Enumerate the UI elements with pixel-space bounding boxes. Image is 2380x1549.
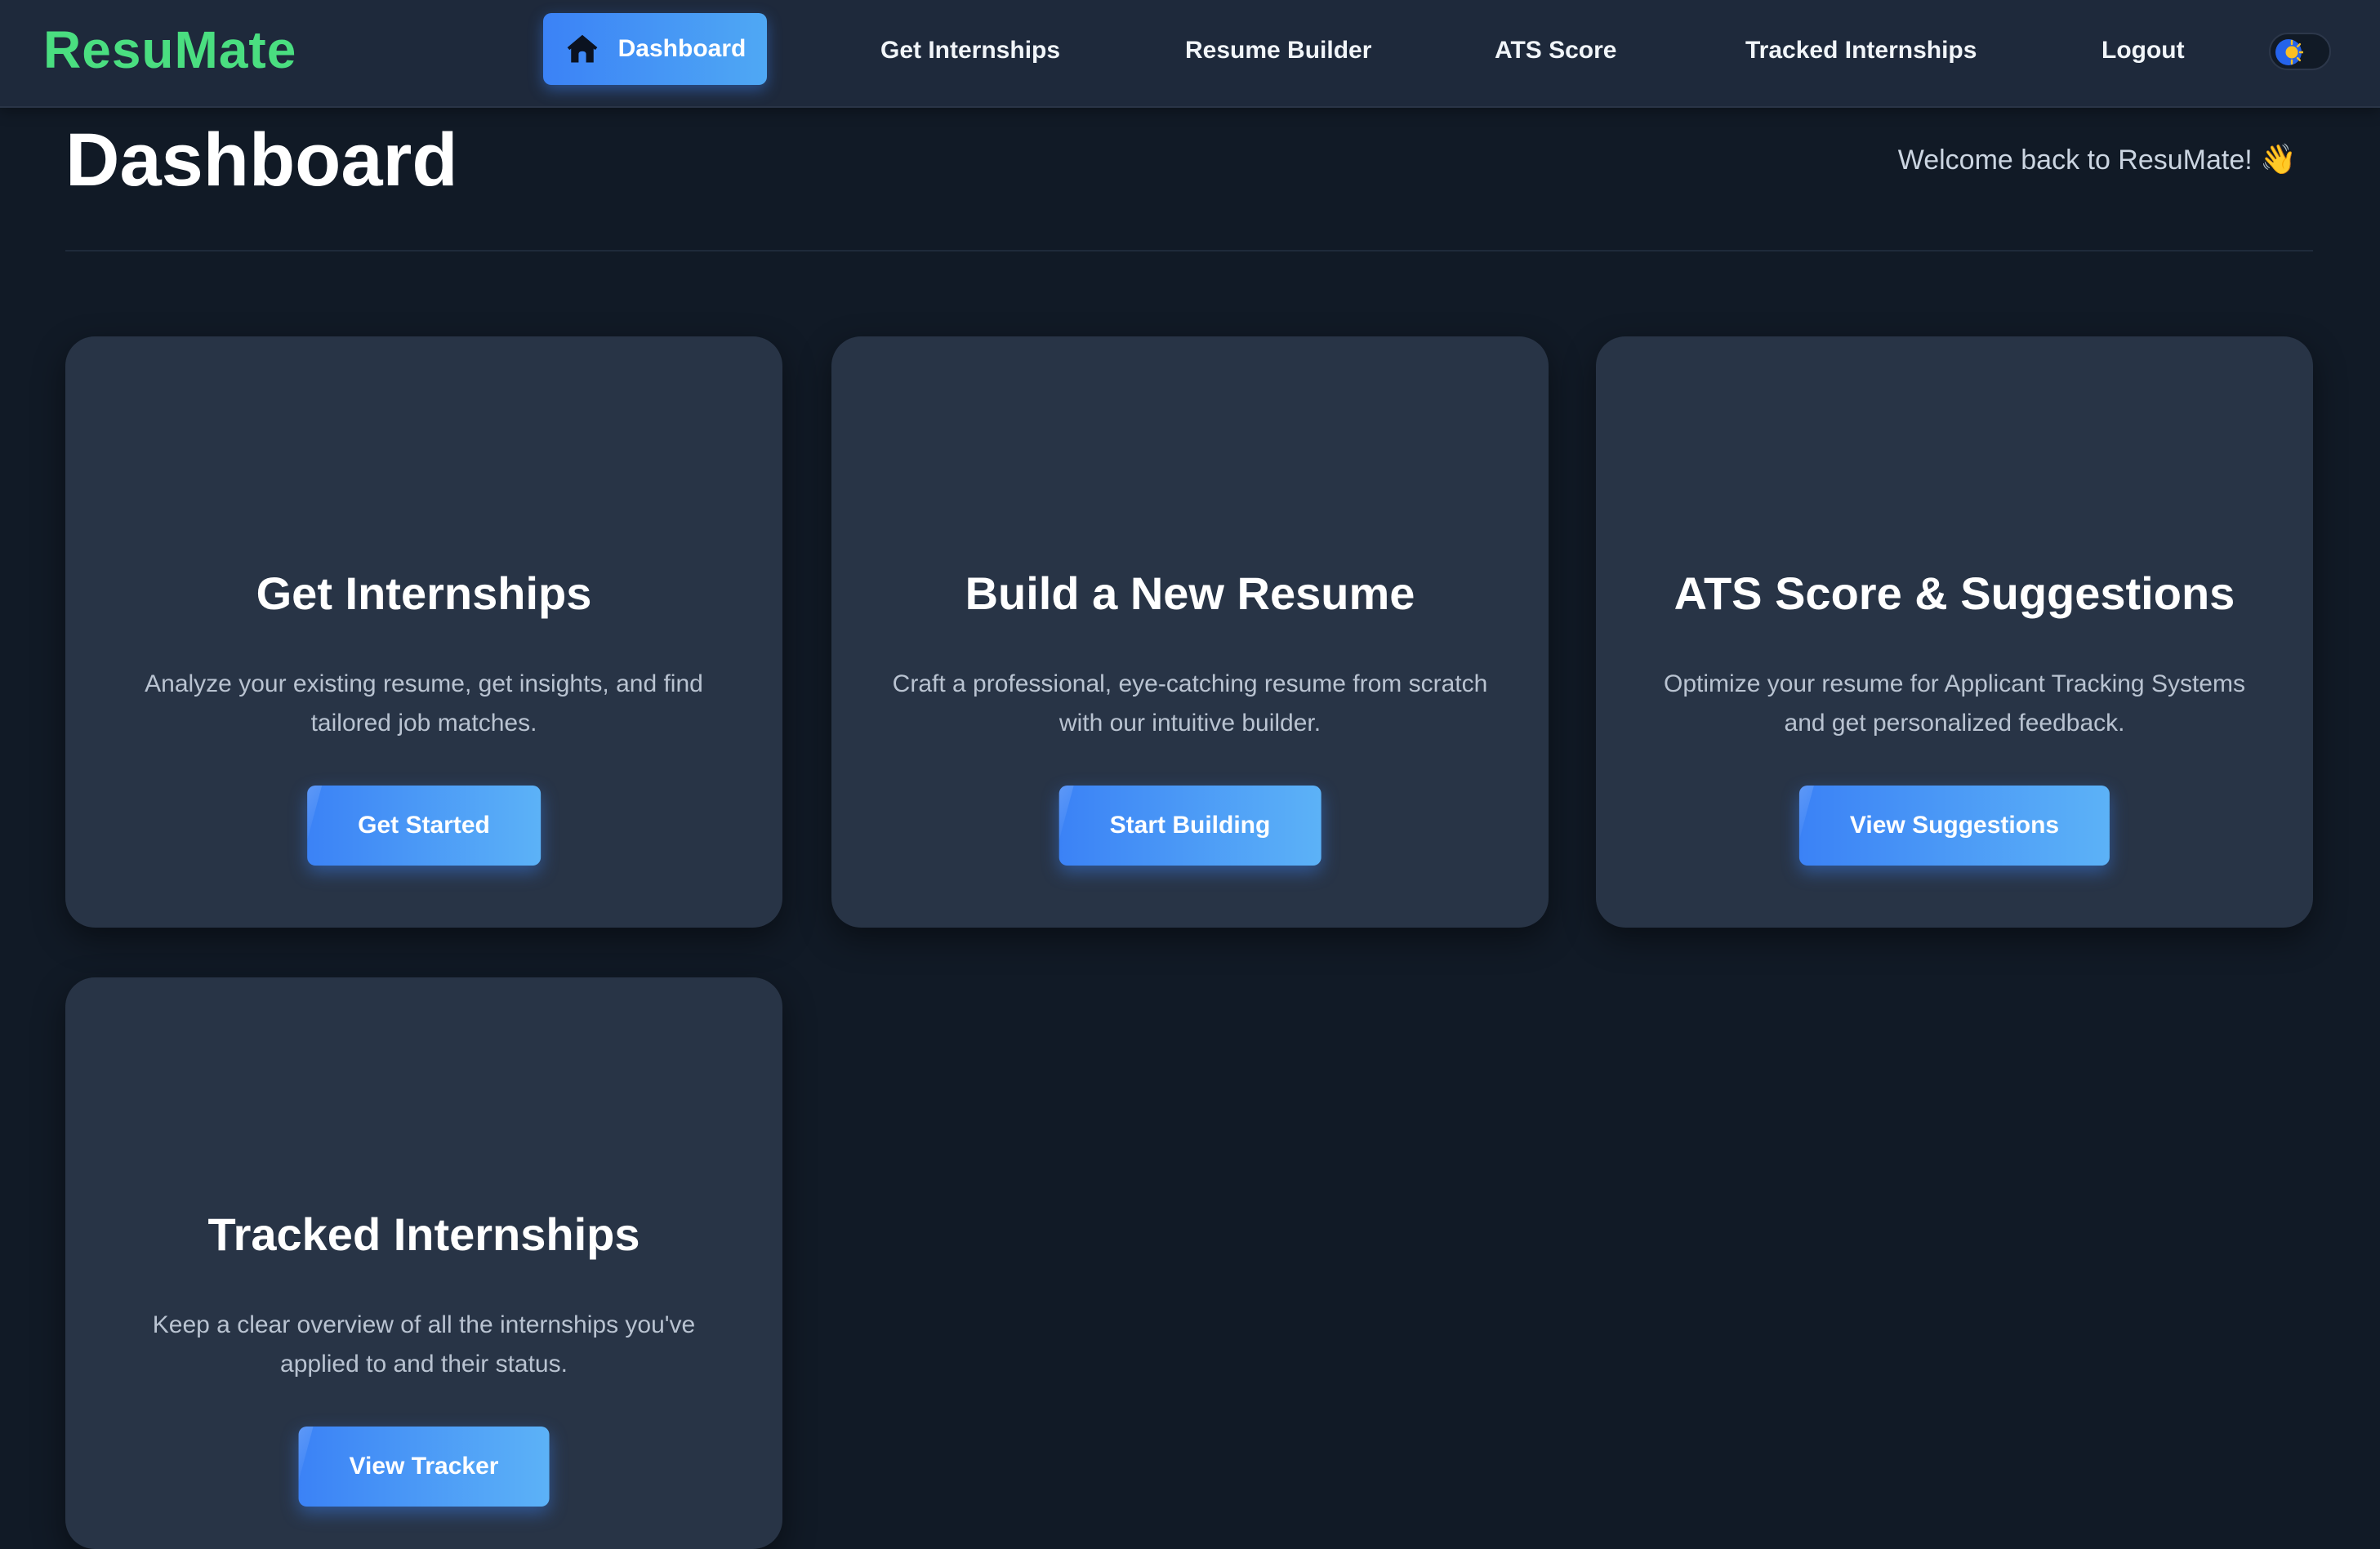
- app-logo[interactable]: ResuMate: [43, 20, 296, 79]
- view-tracker-button[interactable]: View Tracker: [298, 1427, 550, 1507]
- card-ats-score: ATS Score & Suggestions Optimize your re…: [1596, 336, 2313, 928]
- card-title: Get Internships: [256, 568, 592, 619]
- theme-toggle-knob: [2275, 39, 2303, 65]
- nav-item-label: Dashboard: [617, 35, 747, 62]
- nav-item-dashboard[interactable]: Dashboard: [543, 13, 767, 85]
- card-get-internships: Get Internships Analyze your existing re…: [65, 336, 782, 928]
- wave-icon: 👋: [2260, 143, 2297, 176]
- card-description: Analyze your existing resume, get insigh…: [145, 670, 703, 737]
- nav-item-get-internships[interactable]: Get Internships: [880, 33, 1060, 69]
- card-title: Build a New Resume: [965, 568, 1415, 619]
- home-icon: [567, 34, 597, 63]
- header-divider: [65, 250, 2313, 251]
- nav-item-tracked-internships[interactable]: Tracked Internships: [1745, 33, 1977, 69]
- start-building-button[interactable]: Start Building: [1059, 786, 1321, 866]
- card-description: Craft a professional, eye-catching resum…: [892, 670, 1488, 737]
- nav-item-ats-score[interactable]: ATS Score: [1495, 33, 1617, 69]
- card-title: Tracked Internships: [207, 1208, 640, 1260]
- view-suggestions-button[interactable]: View Suggestions: [1798, 786, 2110, 866]
- card-build-resume: Build a New Resume Craft a professional,…: [831, 336, 1549, 928]
- card-tracked-internships: Tracked Internships Keep a clear overvie…: [65, 977, 782, 1549]
- card-title: ATS Score & Suggestions: [1674, 568, 2235, 619]
- nav-item-logout[interactable]: Logout: [2101, 33, 2185, 69]
- card-description: Optimize your resume for Applicant Track…: [1664, 670, 2245, 737]
- get-started-button[interactable]: Get Started: [307, 786, 541, 866]
- nav-item-resume-builder[interactable]: Resume Builder: [1185, 33, 1371, 69]
- welcome-message: Welcome back to ResuMate! 👋: [1898, 140, 2297, 180]
- page-title: Dashboard: [65, 118, 458, 202]
- theme-toggle[interactable]: [2269, 33, 2331, 70]
- top-navbar: ResuMate Dashboard Get Internships Resum…: [0, 0, 2380, 108]
- sun-icon: [2285, 39, 2303, 65]
- welcome-text: Welcome back to ResuMate!: [1897, 145, 2253, 176]
- card-description: Keep a clear overview of all the interns…: [152, 1311, 696, 1378]
